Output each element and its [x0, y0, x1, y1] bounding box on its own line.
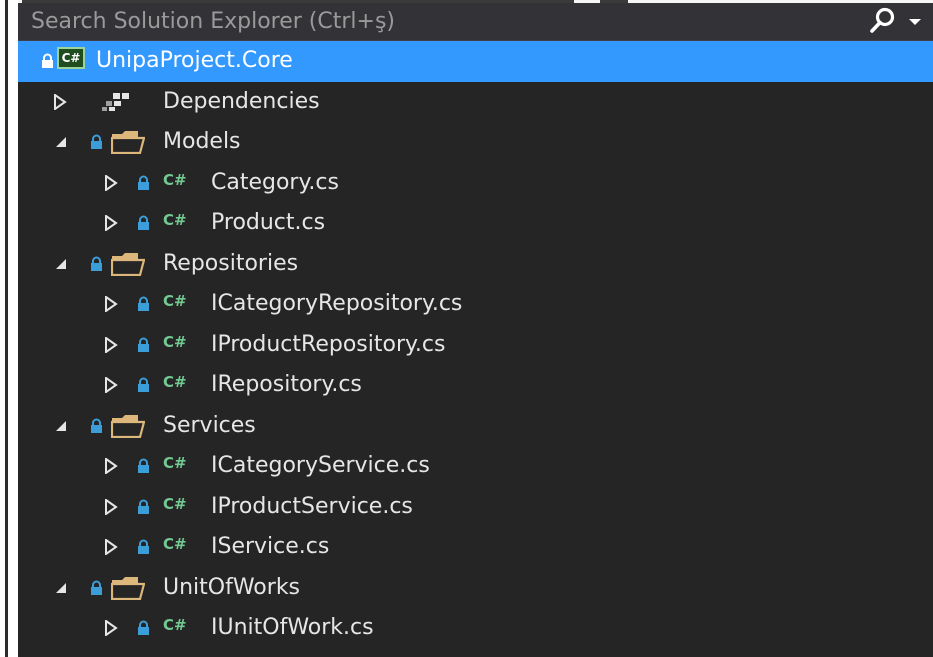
- chevron-right-icon[interactable]: [104, 336, 118, 353]
- lock-icon: [42, 53, 53, 68]
- folder-label: UnitOfWorks: [163, 574, 301, 600]
- chevron-right-icon[interactable]: [104, 458, 118, 474]
- tree-item-folder-services[interactable]: Services: [18, 406, 933, 447]
- csharp-file-icon: C#: [163, 454, 187, 472]
- solution-explorer-panel: C# UnipaProject.Core Dependencies Models: [18, 3, 933, 657]
- file-label: IProductService.cs: [211, 493, 413, 519]
- folder-label: Services: [163, 412, 256, 438]
- csharp-file-icon: C#: [163, 332, 187, 351]
- csharp-file-icon: C#: [163, 170, 187, 189]
- tree-item-file[interactable]: C# ICategoryService.cs: [18, 446, 933, 487]
- lock-icon: [138, 377, 149, 392]
- lock-icon: [138, 215, 149, 230]
- solution-tree: C# UnipaProject.Core Dependencies Models: [18, 41, 933, 649]
- folder-open-icon: [111, 252, 145, 276]
- csharp-file-icon: C#: [163, 494, 187, 513]
- tree-item-file[interactable]: C# Category.cs: [18, 163, 933, 204]
- left-edge-bar: [5, 0, 8, 657]
- tree-item-folder-repositories[interactable]: Repositories: [18, 244, 933, 285]
- folder-open-icon: [111, 576, 145, 600]
- tree-item-file[interactable]: C# IRepository.cs: [18, 365, 933, 406]
- csharp-project-icon: C#: [57, 47, 85, 69]
- tree-item-folder-unitofworks[interactable]: UnitOfWorks: [18, 568, 933, 609]
- chevron-down-icon[interactable]: [907, 17, 923, 27]
- chevron-down-icon[interactable]: [54, 581, 68, 595]
- tree-item-file[interactable]: C# IProductRepository.cs: [18, 325, 933, 366]
- folder-open-icon: [111, 131, 145, 154]
- lock-icon: [138, 620, 149, 635]
- file-label: Category.cs: [211, 169, 339, 195]
- chevron-down-icon[interactable]: [54, 257, 68, 271]
- file-label: IRepository.cs: [211, 372, 362, 397]
- lock-icon: [91, 418, 102, 433]
- search-input[interactable]: [18, 3, 871, 40]
- lock-icon: [138, 175, 149, 190]
- file-label: IProductRepository.cs: [211, 331, 446, 357]
- lock-icon: [91, 134, 102, 149]
- file-label: IUnitOfWork.cs: [211, 615, 374, 640]
- chevron-right-icon[interactable]: [104, 296, 118, 312]
- tree-item-dependencies[interactable]: Dependencies: [18, 82, 933, 123]
- project-name-label: UnipaProject.Core: [96, 48, 293, 73]
- lock-icon: [138, 539, 149, 554]
- tree-item-project[interactable]: C# UnipaProject.Core: [18, 41, 933, 82]
- chevron-right-icon[interactable]: [104, 498, 118, 515]
- folder-open-icon: [111, 414, 145, 438]
- chevron-right-icon[interactable]: [104, 215, 118, 231]
- csharp-file-icon: C#: [163, 211, 187, 229]
- chevron-right-icon[interactable]: [104, 174, 118, 191]
- lock-icon: [91, 580, 102, 595]
- chevron-down-icon[interactable]: [54, 419, 68, 433]
- file-label: ICategoryRepository.cs: [211, 291, 463, 316]
- chevron-right-icon[interactable]: [53, 93, 67, 110]
- search-icon[interactable]: [868, 6, 898, 36]
- lock-icon: [138, 337, 149, 352]
- csharp-file-icon: C#: [163, 616, 187, 634]
- dependencies-icon: [102, 92, 129, 111]
- tree-item-file[interactable]: C# Product.cs: [18, 203, 933, 244]
- csharp-file-icon: C#: [163, 292, 187, 310]
- left-margin: [0, 0, 18, 657]
- tree-item-file[interactable]: C# IService.cs: [18, 527, 933, 568]
- dependencies-label: Dependencies: [163, 88, 320, 114]
- tree-item-folder-models[interactable]: Models: [18, 122, 933, 163]
- file-label: Product.cs: [211, 210, 326, 235]
- chevron-right-icon[interactable]: [104, 377, 118, 393]
- csharp-file-icon: C#: [163, 535, 187, 553]
- folder-label: Repositories: [163, 250, 299, 276]
- chevron-right-icon[interactable]: [104, 539, 118, 555]
- folder-label: Models: [163, 129, 241, 154]
- csharp-file-icon: C#: [163, 373, 187, 391]
- search-bar: [18, 3, 933, 41]
- lock-icon: [138, 499, 149, 514]
- lock-icon: [138, 458, 149, 473]
- tree-item-file[interactable]: C# IUnitOfWork.cs: [18, 608, 933, 649]
- file-label: IService.cs: [211, 534, 330, 559]
- file-label: ICategoryService.cs: [211, 453, 430, 478]
- lock-icon: [138, 296, 149, 311]
- chevron-right-icon[interactable]: [104, 620, 118, 636]
- lock-icon: [91, 256, 102, 271]
- tree-item-file[interactable]: C# IProductService.cs: [18, 487, 933, 528]
- tree-item-file[interactable]: C# ICategoryRepository.cs: [18, 284, 933, 325]
- chevron-down-icon[interactable]: [54, 135, 68, 149]
